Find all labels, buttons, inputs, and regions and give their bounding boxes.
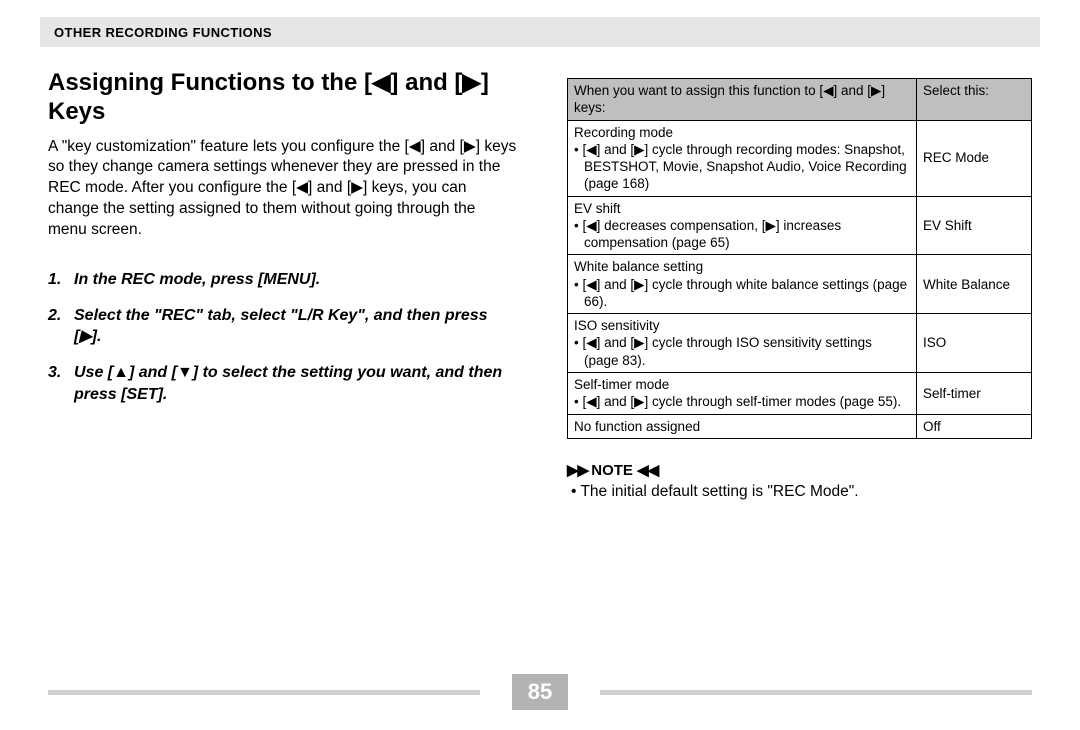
note-block: ▶▶ NOTE ◀◀ • The initial default setting…	[567, 461, 1032, 501]
function-heading: Recording mode	[574, 124, 910, 141]
step-2: Select the "REC" tab, select "L/R Key", …	[48, 305, 518, 348]
function-bullet: • [◀] and [▶] cycle through recording mo…	[574, 141, 910, 193]
intro-paragraph: A "key customization" feature lets you c…	[48, 137, 518, 242]
table-row: Recording mode• [◀] and [▶] cycle throug…	[568, 120, 1032, 196]
function-heading: Self-timer mode	[574, 376, 910, 393]
function-bullet: • [◀] decreases compensation, [▶] increa…	[574, 217, 910, 252]
table-header-row: When you want to assign this function to…	[568, 79, 1032, 121]
select-option: White Balance	[917, 255, 1032, 314]
function-heading: White balance setting	[574, 258, 910, 275]
note-deco-left-icon: ▶▶	[567, 462, 591, 479]
steps-list: In the REC mode, press [MENU]. Select th…	[48, 269, 518, 405]
right-column: When you want to assign this function to…	[567, 78, 1032, 501]
table-header-right: Select this:	[917, 79, 1032, 121]
table-row: Self-timer mode• [◀] and [▶] cycle throu…	[568, 372, 1032, 414]
function-heading: EV shift	[574, 200, 910, 217]
function-description: Recording mode• [◀] and [▶] cycle throug…	[568, 120, 917, 196]
select-option: Off	[917, 414, 1032, 438]
step-3: Use [▲] and [▼] to select the setting yo…	[48, 362, 518, 405]
left-column: Assigning Functions to the [◀] and [▶] K…	[48, 68, 518, 419]
footer-divider-left	[48, 690, 480, 695]
function-description: ISO sensitivity• [◀] and [▶] cycle throu…	[568, 314, 917, 373]
function-description: EV shift• [◀] decreases compensation, [▶…	[568, 196, 917, 255]
note-text: • The initial default setting is "REC Mo…	[567, 483, 1032, 501]
select-option: REC Mode	[917, 120, 1032, 196]
section-header: Other Recording Functions	[40, 17, 1040, 47]
page-title: Assigning Functions to the [◀] and [▶] K…	[48, 68, 518, 127]
page-number-value: 85	[528, 679, 552, 705]
function-description: Self-timer mode• [◀] and [▶] cycle throu…	[568, 372, 917, 414]
table-header-left: When you want to assign this function to…	[568, 79, 917, 121]
select-option: EV Shift	[917, 196, 1032, 255]
function-bullet: • [◀] and [▶] cycle through ISO sensitiv…	[574, 334, 910, 369]
table-row: White balance setting• [◀] and [▶] cycle…	[568, 255, 1032, 314]
footer-divider-right	[600, 690, 1032, 695]
select-option: Self-timer	[917, 372, 1032, 414]
function-heading: No function assigned	[574, 418, 910, 435]
section-title: Other Recording Functions	[54, 25, 272, 40]
function-bullet: • [◀] and [▶] cycle through self-timer m…	[574, 393, 910, 410]
note-heading: ▶▶ NOTE ◀◀	[567, 461, 1032, 479]
function-bullet: • [◀] and [▶] cycle through white balanc…	[574, 276, 910, 311]
table-row: EV shift• [◀] decreases compensation, [▶…	[568, 196, 1032, 255]
function-table: When you want to assign this function to…	[567, 78, 1032, 439]
title-line-1: Assigning Functions to the [◀] and [▶]	[48, 69, 489, 96]
function-description: White balance setting• [◀] and [▶] cycle…	[568, 255, 917, 314]
function-heading: ISO sensitivity	[574, 317, 910, 334]
select-option: ISO	[917, 314, 1032, 373]
step-1: In the REC mode, press [MENU].	[48, 269, 518, 291]
table-row: ISO sensitivity• [◀] and [▶] cycle throu…	[568, 314, 1032, 373]
function-description: No function assigned	[568, 414, 917, 438]
note-label: NOTE	[591, 462, 633, 479]
note-deco-right-icon: ◀◀	[637, 462, 658, 479]
title-line-2: Keys	[48, 98, 105, 125]
page-number: 85	[512, 674, 568, 710]
table-row: No function assigned Off	[568, 414, 1032, 438]
